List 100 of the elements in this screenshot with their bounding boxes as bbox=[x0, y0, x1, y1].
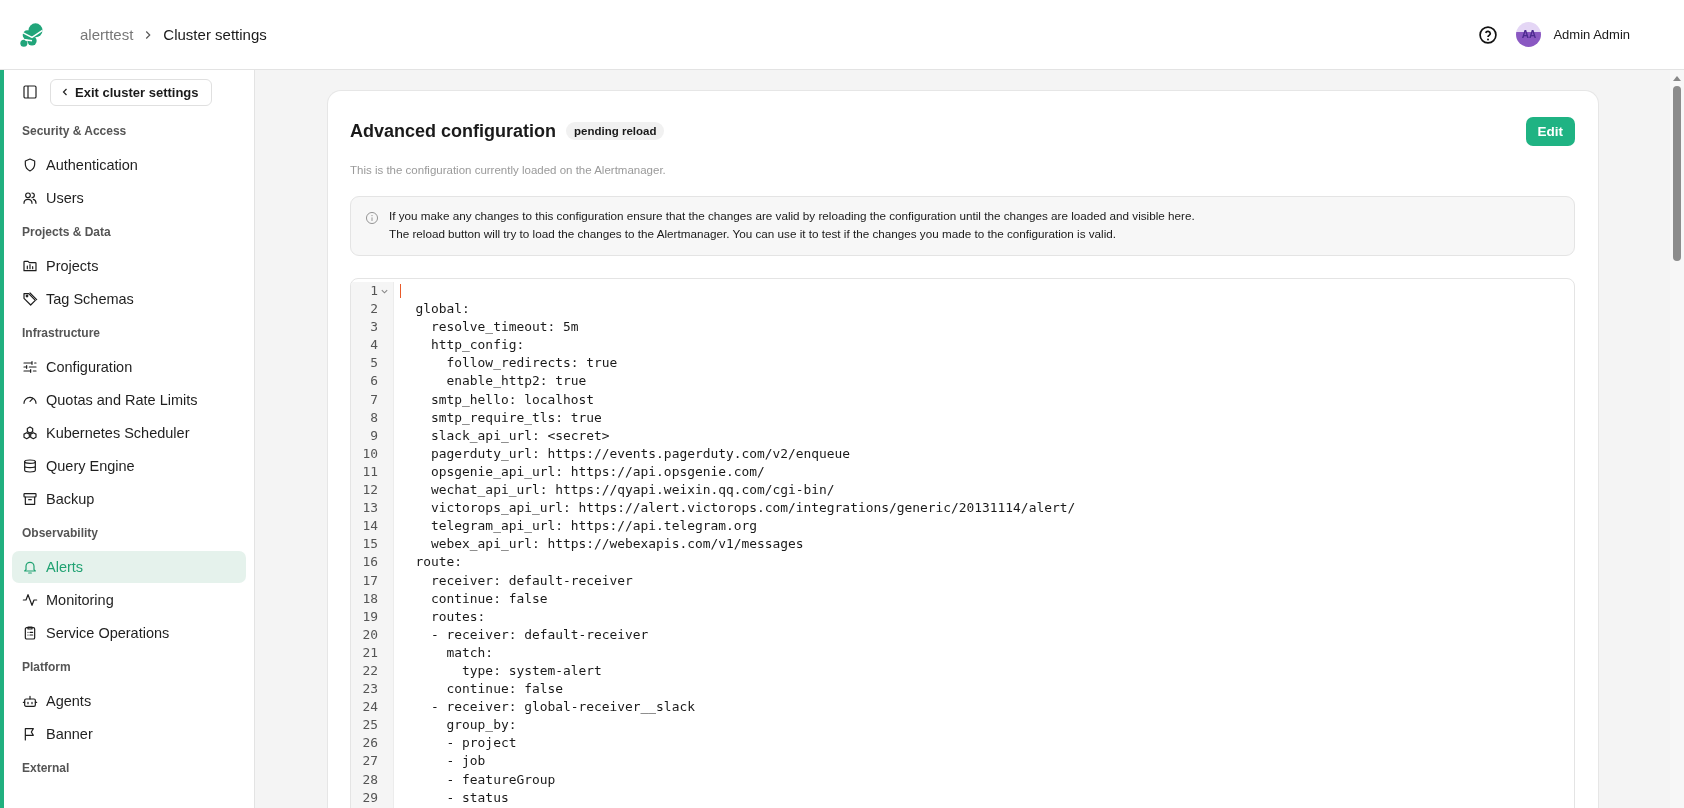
section-heading: Platform bbox=[21, 659, 72, 676]
bell-icon bbox=[22, 559, 38, 575]
code-line: continue: false bbox=[430, 589, 548, 608]
sidebar-item[interactable]: Kubernetes Scheduler bbox=[12, 417, 246, 449]
line-number: 9 bbox=[369, 426, 378, 445]
code-line: - receiver: global-receiver__slack bbox=[430, 698, 695, 717]
scrollbar[interactable] bbox=[1670, 70, 1684, 808]
section-heading: Observability bbox=[21, 525, 100, 542]
line-number: 16 bbox=[361, 553, 378, 572]
sidebar-item[interactable]: Monitoring bbox=[12, 584, 246, 616]
line-number: 7 bbox=[369, 390, 378, 409]
sidebar-item[interactable]: Quotas and Rate Limits bbox=[12, 384, 246, 416]
section-heading: Infrastructure bbox=[21, 325, 102, 342]
code-editor[interactable] bbox=[350, 278, 1575, 808]
help-icon[interactable] bbox=[1478, 24, 1499, 45]
activity-icon bbox=[22, 592, 38, 608]
code-line: continue: false bbox=[445, 680, 563, 699]
line-number: 10 bbox=[361, 444, 378, 463]
sidebar-item[interactable]: Service Operations bbox=[12, 617, 246, 649]
code-line: global: bbox=[414, 300, 470, 319]
line-number: 25 bbox=[361, 716, 378, 735]
section-heading: External bbox=[21, 760, 71, 777]
sidebar-item[interactable]: Backup bbox=[12, 483, 246, 515]
code-line: - job bbox=[445, 752, 486, 771]
line-number: 28 bbox=[361, 770, 378, 789]
info-text: If you make any changes to this configuration ensure that the changes are valid by reloading the configuration until the changes are loaded and visible here. bbox=[389, 208, 1195, 224]
users-icon bbox=[22, 190, 38, 206]
scroll-up-arrow-icon[interactable] bbox=[1673, 76, 1681, 81]
user-name[interactable]: Admin Admin bbox=[1553, 27, 1630, 42]
cubes-icon bbox=[22, 425, 38, 441]
line-number: 6 bbox=[369, 372, 378, 391]
code-line: route: bbox=[414, 553, 463, 572]
code-line: victorops_api_url: https://alert.victorops.com/integrations/generic/20131114/alert/ bbox=[430, 499, 1076, 518]
code-line: slack_api_url: <secret> bbox=[430, 426, 610, 445]
sidebar-item[interactable]: Configuration bbox=[12, 351, 246, 383]
info-icon bbox=[365, 211, 379, 225]
line-number: 15 bbox=[361, 535, 378, 554]
code-line: match: bbox=[445, 643, 494, 662]
line-number: 27 bbox=[361, 752, 378, 771]
code-line: smtp_hello: localhost bbox=[430, 390, 595, 409]
code-line: follow_redirects: true bbox=[445, 354, 618, 373]
description: This is the configuration currently loaded on the Alertmanager. bbox=[350, 164, 667, 176]
database-icon bbox=[22, 458, 38, 474]
code-line: - project bbox=[445, 734, 517, 753]
line-number: 8 bbox=[369, 408, 378, 427]
line-number: 12 bbox=[361, 481, 378, 500]
code-line: type: system-alert bbox=[461, 661, 602, 680]
code-line: group_by: bbox=[445, 716, 517, 735]
line-number: 22 bbox=[361, 661, 378, 680]
code-line: routes: bbox=[430, 607, 486, 626]
tag-icon bbox=[22, 291, 38, 307]
shield-icon bbox=[22, 157, 38, 173]
line-number: 24 bbox=[361, 698, 378, 717]
line-number: 19 bbox=[361, 607, 378, 626]
code-line: telegram_api_url: https://api.telegram.org bbox=[430, 517, 757, 536]
code-line: resolve_timeout: 5m bbox=[430, 318, 579, 337]
breadcrumb[interactable]: alerttest bbox=[80, 26, 134, 43]
line-number: 17 bbox=[361, 571, 378, 590]
sidebar-item[interactable]: Tag Schemas bbox=[12, 283, 246, 315]
sidebar-item[interactable]: Projects bbox=[12, 250, 246, 282]
code-line: receiver: default-receiver bbox=[430, 571, 633, 590]
code-line: enable_http2: true bbox=[445, 372, 587, 391]
sidebar-item[interactable]: Banner bbox=[12, 718, 246, 750]
code-line: - status bbox=[445, 788, 509, 807]
line-number: 5 bbox=[369, 354, 378, 373]
line-number: 13 bbox=[361, 499, 378, 518]
line-number: 11 bbox=[361, 462, 378, 481]
line-number: 29 bbox=[361, 788, 378, 807]
status-badge: pending reload bbox=[566, 122, 665, 140]
line-number: 1 bbox=[369, 282, 378, 300]
sidebar-item[interactable]: Query Engine bbox=[12, 450, 246, 482]
line-number: 26 bbox=[361, 734, 378, 753]
info-text: The reload button will try to load the changes to the Alertmanager. You can use it to test if the changes you made to the configuration is valid. bbox=[389, 226, 1118, 242]
exit-settings-button[interactable]: Exit cluster settings bbox=[50, 78, 212, 106]
line-number: 2 bbox=[369, 300, 378, 319]
code-line: http_config: bbox=[430, 336, 525, 355]
sliders-icon bbox=[22, 359, 38, 375]
scrollbar-thumb[interactable] bbox=[1673, 86, 1681, 261]
line-number: 14 bbox=[361, 517, 378, 536]
line-number: 4 bbox=[369, 336, 378, 355]
clipboard-icon bbox=[22, 625, 38, 641]
sidebar-item[interactable]: Users bbox=[12, 182, 246, 214]
line-number: 3 bbox=[369, 318, 378, 337]
folder-icon bbox=[22, 258, 38, 274]
sidebar-item[interactable]: Authentication bbox=[12, 149, 246, 181]
code-line: pagerduty_url: https://events.pagerduty.com/v2/enqueue bbox=[430, 444, 851, 463]
sidebar-toggle-icon[interactable] bbox=[22, 84, 38, 100]
code-line: - featureGroup bbox=[445, 770, 556, 789]
line-number: 23 bbox=[361, 680, 378, 699]
line-number: 20 bbox=[361, 625, 378, 644]
sidebar-item[interactable]: Agents bbox=[12, 685, 246, 717]
breadcrumb: Cluster settings bbox=[163, 26, 267, 43]
archive-icon bbox=[22, 491, 38, 507]
section-heading: Security & Access bbox=[21, 123, 128, 140]
section-heading: Projects & Data bbox=[21, 224, 112, 241]
line-number: 21 bbox=[361, 643, 378, 662]
text-cursor bbox=[400, 284, 402, 299]
code-line: smtp_require_tls: true bbox=[430, 408, 602, 427]
code-line: wechat_api_url: https://qyapi.weixin.qq.com/cgi-bin/ bbox=[430, 481, 835, 500]
code-line: webex_api_url: https://webexapis.com/v1/messages bbox=[430, 535, 804, 554]
